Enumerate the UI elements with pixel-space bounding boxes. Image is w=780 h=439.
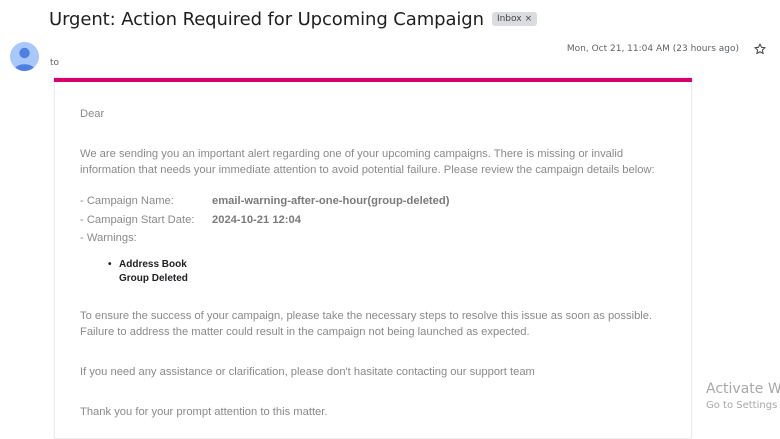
subject-row: Urgent: Action Required for Upcoming Cam… — [49, 6, 538, 32]
warning-item: Address Book — [108, 258, 188, 272]
detail-row-start-date: - Campaign Start Date: 2024-10-21 12:04 — [80, 211, 449, 230]
inbox-label-text: Inbox — [496, 14, 522, 24]
watermark-line-2: Go to Settings to — [706, 400, 780, 411]
assist-paragraph: If you need any assistance or clarificat… — [80, 366, 535, 378]
inbox-label-chip[interactable]: Inbox × — [491, 12, 538, 26]
watermark-line-1: Activate Wi — [706, 381, 780, 397]
activation-watermark: Activate Wi Go to Settings to — [706, 381, 780, 411]
email-subject: Urgent: Action Required for Upcoming Cam… — [49, 8, 484, 30]
close-icon[interactable]: × — [525, 14, 533, 24]
warning-item: Group Deleted — [119, 273, 188, 284]
email-body-card: Dear We are sending you an important ale… — [54, 77, 692, 439]
detail-label: - Campaign Name: — [80, 195, 174, 208]
detail-value: email-warning-after-one-hour(group-delet… — [212, 195, 450, 208]
detail-label: - Warnings: — [80, 232, 137, 245]
accent-bar — [54, 78, 692, 82]
detail-value: 2024-10-21 12:04 — [212, 213, 301, 226]
warnings-list: Address Book Group Deleted — [107, 258, 188, 286]
detail-label: - Campaign Start Date: — [80, 213, 195, 226]
detail-row-warnings: - Warnings: — [80, 229, 449, 248]
email-date: Mon, Oct 21, 11:04 AM (23 hours ago) — [566, 44, 739, 54]
star-icon[interactable] — [753, 42, 767, 56]
greeting: Dear — [80, 108, 105, 120]
campaign-details: - Campaign Name: email-warning-after-one… — [80, 192, 449, 248]
thanks-paragraph: Thank you for your prompt attention to t… — [80, 406, 328, 418]
ensure-paragraph: To ensure the success of your campaign, … — [80, 310, 653, 338]
recipient-line[interactable]: to — [50, 58, 59, 68]
person-avatar-icon[interactable] — [10, 42, 39, 71]
detail-row-campaign-name: - Campaign Name: email-warning-after-one… — [80, 192, 449, 211]
intro-paragraph: We are sending you an important alert re… — [80, 148, 655, 176]
